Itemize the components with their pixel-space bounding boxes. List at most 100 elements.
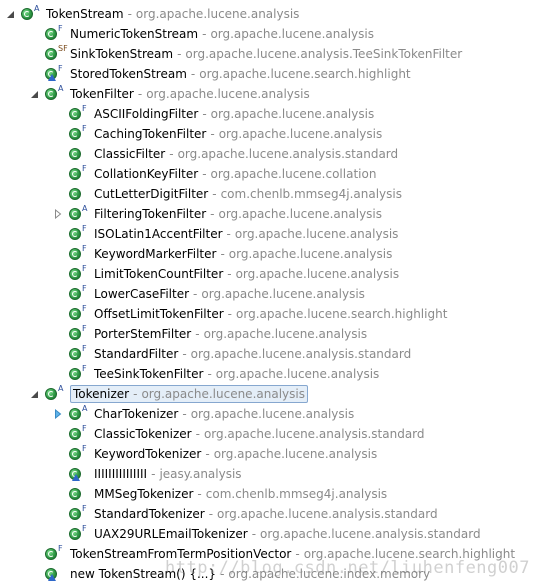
type-name: ASCIIFoldingFilter <box>94 107 199 121</box>
expanded-arrow-icon[interactable] <box>28 388 40 400</box>
package-name: jeasy.analysis <box>159 467 242 481</box>
tree-row[interactable]: F OffsetLimitTokenFilter - org.apache.lucen… <box>0 304 536 324</box>
package-name: org.apache.lucene.analysis.standard <box>260 527 481 541</box>
modifier-badge-icon: F <box>82 444 87 453</box>
tree-row[interactable]: IIIIIIIIIIIIIII - jeasy.analysis <box>0 464 536 484</box>
type-name: NumericTokenStream <box>70 27 199 41</box>
type-name: TokenStream <box>46 7 124 21</box>
type-name: CachingTokenFilter <box>94 127 207 141</box>
collapsed-arrow-icon[interactable] <box>52 408 64 420</box>
package-name: org.apache.lucene.analysis.TeeSinkTokenF… <box>185 47 463 61</box>
tree-row[interactable]: F KeywordMarkerFilter - org.apache.lucene.a… <box>0 244 536 264</box>
modifier-badge-icon: F <box>82 224 87 233</box>
tree-row-label: MMSegTokenizer - com.chenlb.mmseg4j.analys… <box>94 487 387 501</box>
tree-row[interactable]: F UAX29URLEmailTokenizer - org.apache.lucen… <box>0 524 536 544</box>
separator: - <box>205 447 210 461</box>
class-icon: F <box>44 544 64 562</box>
tree-row[interactable]: A Tokenizer - org.apache.lucene.analysis <box>0 384 536 404</box>
tree-row[interactable]: F PorterStemFilter - org.apache.lucene.anal… <box>0 324 536 344</box>
type-name: UAX29URLEmailTokenizer <box>94 527 248 541</box>
tree-row[interactable]: F LowerCaseFilter - org.apache.lucene.analy… <box>0 284 536 304</box>
package-name: org.apache.lucene.analysis.standard <box>203 427 425 441</box>
type-name: TokenStreamFromTermPositionVector <box>70 547 292 561</box>
tree-row-label: StoredTokenStream - org.apache.lucene.sear… <box>70 67 411 81</box>
package-name: org.apache.lucene.analysis <box>210 107 375 121</box>
separator: - <box>295 547 300 561</box>
tree-row[interactable]: F ISOLatin1AccentFilter - org.apache.lucene… <box>0 224 536 244</box>
tree-row[interactable]: F StandardTokenizer - org.apache.lucene.ana… <box>0 504 536 524</box>
tree-row-label: UAX29URLEmailTokenizer - org.apache.lucene… <box>94 527 481 541</box>
package-name: org.apache.lucene.collation <box>210 167 377 181</box>
tree-row-label: LimitTokenCountFilter - org.apache.lucene.… <box>94 267 399 281</box>
tree-row[interactable]: A TokenStream - org.apache.lucene.analysis <box>0 4 536 24</box>
package-name: org.apache.lucene.analysis.standard <box>217 507 438 521</box>
tree-row-label: ISOLatin1AccentFilter - org.apache.lucene.… <box>94 227 398 241</box>
tree-row[interactable]: A CharTokenizer - org.apache.lucene.analysi… <box>0 404 536 424</box>
separator: - <box>220 247 225 261</box>
modifier-badge-icon: A <box>82 204 88 213</box>
tree-row[interactable]: CutLetterDigitFilter - com.chenlb.mmseg4j.… <box>0 184 536 204</box>
tree-row-label: OffsetLimitTokenFilter - org.apache.lucene… <box>94 307 447 321</box>
tree-row[interactable]: F CachingTokenFilter - org.apache.lucene.an… <box>0 124 536 144</box>
tree-row[interactable]: MMSegTokenizer - com.chenlb.mmseg4j.analys… <box>0 484 536 504</box>
class-icon: F <box>68 504 88 522</box>
class-icon: F <box>68 524 88 542</box>
tree-row-label: CharTokenizer - org.apache.lucene.analysis <box>94 407 354 421</box>
type-name: CutLetterDigitFilter <box>94 187 209 201</box>
tree-row-label: CollationKeyFilter - org.apache.lucene.col… <box>94 167 376 181</box>
separator: - <box>190 67 196 81</box>
tree-row-label: StandardFilter - org.apache.lucene.analysi… <box>94 347 411 361</box>
tree-row[interactable]: F NumericTokenStream - org.apache.lucene.an… <box>0 24 536 44</box>
tree-row[interactable]: F ASCIIFoldingFilter - org.apache.lucene.an… <box>0 104 536 124</box>
type-name: TeeSinkTokenFilter <box>94 367 204 381</box>
type-name: SinkTokenStream <box>70 47 174 61</box>
package-name: org.apache.lucene.search.highlight <box>199 67 411 81</box>
tree-row[interactable]: ClassicFilter - org.apache.lucene.analysis… <box>0 144 536 164</box>
class-icon: F <box>68 284 88 302</box>
tree-row-label: StandardTokenizer - org.apache.lucene.anal… <box>94 507 438 521</box>
tree-row-label: ClassicTokenizer - org.apache.lucene.analy… <box>94 427 425 441</box>
tree-row[interactable]: F StandardFilter - org.apache.lucene.analys… <box>0 344 536 364</box>
tree-row[interactable]: F KeywordTokenizer - org.apache.lucene.anal… <box>0 444 536 464</box>
tree-row-label: TokenStream - org.apache.lucene.analysis <box>46 7 299 21</box>
tree-row[interactable]: F TeeSinkTokenFilter - org.apache.lucene.an… <box>0 364 536 384</box>
tree-row[interactable]: F ClassicTokenizer - org.apache.lucene.anal… <box>0 424 536 444</box>
class-icon <box>68 466 88 482</box>
type-name: StoredTokenStream <box>70 67 187 81</box>
tree-row[interactable]: A TokenFilter - org.apache.lucene.analysis <box>0 84 536 104</box>
class-icon: A <box>44 384 64 402</box>
tree-row-label: ASCIIFoldingFilter - org.apache.lucene.ana… <box>94 107 374 121</box>
collapsed-arrow-icon[interactable] <box>52 208 64 220</box>
tree-row[interactable]: F StoredTokenStream - org.apache.lucene.sea… <box>0 64 536 84</box>
package-name: org.apache.lucene.analysis <box>201 287 365 301</box>
tree-row[interactable]: new TokenStream() {...} - org.apache.lucen… <box>0 564 536 584</box>
modifier-badge-icon: F <box>82 344 87 353</box>
modifier-badge-icon: F <box>82 524 87 533</box>
tree-row-label: SinkTokenStream - org.apache.lucene.analys… <box>70 47 462 61</box>
tree-row[interactable]: F CollationKeyFilter - org.apache.lucene.co… <box>0 164 536 184</box>
type-name: new TokenStream() {...} <box>70 567 217 581</box>
tree-row[interactable]: SF SinkTokenStream - org.apache.lucene.anal… <box>0 44 536 64</box>
separator: - <box>202 167 207 181</box>
separator: - <box>207 367 212 381</box>
separator: - <box>193 287 198 301</box>
tree-row[interactable]: F TokenStreamFromTermPositionVector - org.a… <box>0 544 536 564</box>
class-icon: F <box>68 104 88 122</box>
class-icon: F <box>68 444 88 462</box>
expanded-arrow-icon[interactable] <box>4 8 16 20</box>
expanded-arrow-icon[interactable] <box>28 88 40 100</box>
package-name: org.apache.lucene.analysis <box>190 407 355 421</box>
tree-row[interactable]: A FilteringTokenFilter - org.apache.lucene.… <box>0 204 536 224</box>
tree-row[interactable]: F LimitTokenCountFilter - org.apache.lucene… <box>0 264 536 284</box>
class-icon: F <box>68 364 88 382</box>
